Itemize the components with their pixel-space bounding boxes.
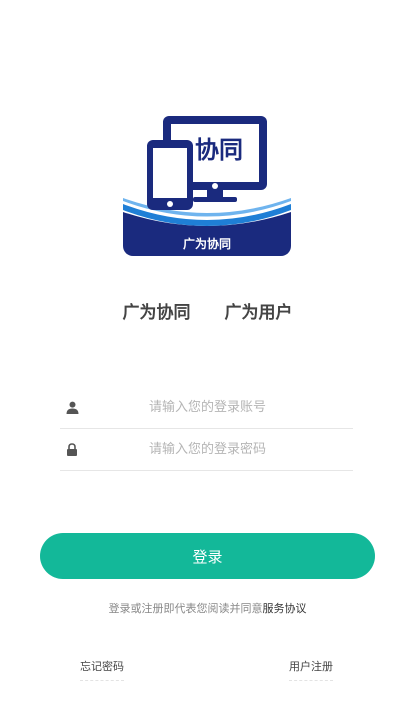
password-input[interactable]: [82, 428, 353, 471]
logo-banner-text: 广为协同: [183, 236, 231, 251]
account-input[interactable]: [82, 386, 353, 429]
agreement-text: 登录或注册即代表您阅读并同意: [108, 602, 263, 615]
login-type-tabs: 广为协同 广为用户: [0, 298, 415, 323]
account-field-row: [60, 386, 353, 429]
app-logo: 协同 广为协同: [123, 112, 291, 256]
tab-guangwei-xietong[interactable]: 广为协同: [123, 298, 191, 323]
logo-main-text: 协同: [195, 136, 243, 164]
login-button[interactable]: 登录: [40, 533, 375, 579]
lock-icon: [62, 440, 82, 460]
register-link[interactable]: 用户注册: [289, 658, 333, 681]
tab-guangwei-user[interactable]: 广为用户: [225, 298, 293, 323]
forgot-password-link[interactable]: 忘记密码: [80, 658, 124, 681]
agreement-notice: 登录或注册即代表您阅读并同意服务协议: [0, 600, 415, 616]
password-field-row: [60, 428, 353, 471]
service-agreement-link[interactable]: 服务协议: [263, 602, 307, 615]
person-icon: [62, 398, 82, 418]
